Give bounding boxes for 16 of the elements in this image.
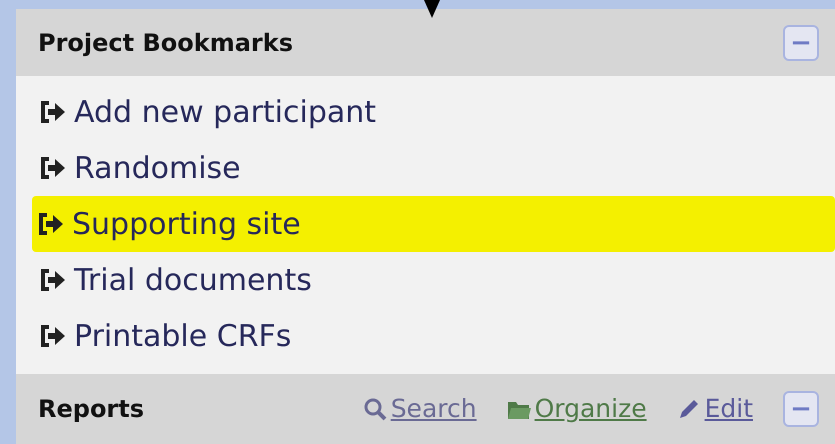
sign-out-icon bbox=[38, 212, 64, 236]
sign-out-icon bbox=[40, 156, 66, 180]
bookmark-link[interactable]: Printable CRFs bbox=[74, 314, 292, 358]
sign-out-icon bbox=[40, 324, 66, 348]
bookmark-link[interactable]: Supporting site bbox=[72, 202, 301, 246]
search-icon bbox=[362, 397, 387, 421]
bookmark-link[interactable]: Trial documents bbox=[74, 258, 312, 302]
toolbar-link[interactable]: Search bbox=[390, 390, 477, 428]
toolbar-link[interactable]: Edit bbox=[704, 390, 753, 428]
panel-title: Project Bookmarks bbox=[38, 28, 293, 58]
sign-out-icon bbox=[40, 268, 66, 292]
bookmark-link[interactable]: Add new participant bbox=[74, 90, 376, 134]
sign-out-icon bbox=[40, 100, 66, 124]
bookmark-link[interactable]: Randomise bbox=[74, 146, 241, 190]
panel-title: Reports bbox=[38, 394, 144, 425]
pointer-arrow-icon bbox=[424, 0, 440, 18]
